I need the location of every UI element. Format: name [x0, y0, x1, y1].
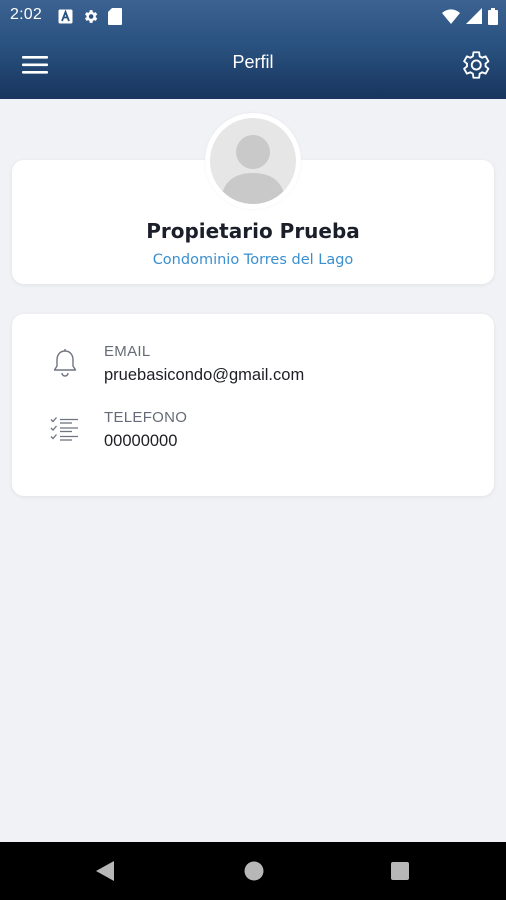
page-title: Perfil: [232, 52, 274, 72]
signal-icon: [466, 8, 482, 24]
back-triangle-icon: [96, 861, 114, 881]
home-circle-icon: [244, 861, 264, 881]
nav-recent-button[interactable]: [387, 858, 413, 884]
nav-back-button[interactable]: [92, 858, 118, 884]
phone-label: TELEFONO: [104, 409, 188, 426]
contact-info-card: EMAIL pruebasicondo@gmail.com TELEFONO 0…: [12, 314, 494, 496]
status-bar: 2:02: [0, 0, 506, 32]
status-notification-icons: [58, 6, 122, 26]
avatar-image: [210, 118, 296, 204]
nav-home-button[interactable]: [241, 858, 267, 884]
app-screen: 2:02 Perfil Propietario Prueba Condomini…: [0, 0, 506, 900]
battery-icon: [488, 7, 498, 25]
email-value: pruebasicondo@gmail.com: [104, 366, 305, 384]
app-bar: Perfil: [0, 32, 506, 99]
bell-icon: [53, 349, 77, 377]
gear-icon: [463, 51, 490, 79]
email-row: EMAIL pruebasicondo@gmail.com: [12, 338, 494, 398]
system-nav-bar: [0, 842, 506, 900]
profile-name: Propietario Prueba: [146, 219, 360, 243]
wifi-icon: [442, 8, 460, 24]
top-bar: 2:02 Perfil: [0, 0, 506, 99]
avatar[interactable]: [205, 113, 301, 209]
phone-row: TELEFONO 00000000: [12, 404, 494, 464]
default-avatar-icon: [220, 135, 286, 204]
phone-value: 00000000: [104, 432, 178, 450]
status-time: 2:02: [10, 6, 42, 23]
checklist-icon: [50, 417, 78, 441]
settings-gear-icon: [85, 9, 98, 23]
font-icon: [58, 9, 73, 23]
profile-condominium[interactable]: Condominio Torres del Lago: [12, 252, 494, 268]
sd-card-icon: [108, 7, 122, 25]
recent-square-icon: [391, 862, 409, 880]
settings-button[interactable]: [458, 48, 494, 84]
status-system-icons: [442, 6, 498, 26]
email-label: EMAIL: [104, 343, 151, 360]
